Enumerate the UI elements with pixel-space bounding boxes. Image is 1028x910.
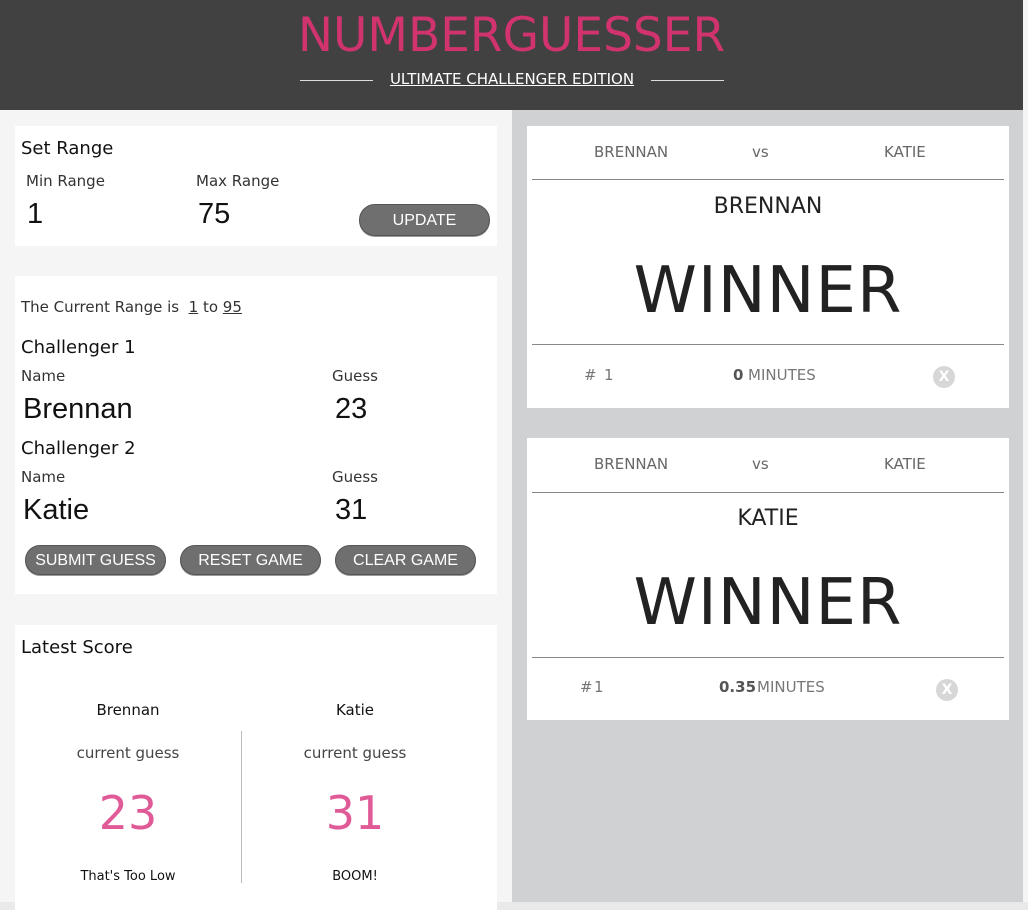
result-player-1: BRENNAN [594,143,669,161]
score-player-2-message-wrap: BOOM! [242,869,468,884]
score-player-1-caption-wrap: current guess [15,744,241,762]
score-player-2-caption-wrap: current guess [242,744,468,762]
subtitle-row: ULTIMATE CHALLENGER EDITION [300,70,724,92]
result-winner-label: WINNER [633,566,903,640]
result-vs: vs [752,143,769,161]
score-player-2-guess: 31 [325,786,385,840]
challenger-2-guess-label: Guess [332,468,378,486]
result-minutes-unit: MINUTES [748,366,816,384]
set-range-card: Set Range Min Range Max Range 1 75 UPDAT… [15,126,497,246]
score-player-1-guess-wrap: 23 [15,786,241,840]
latest-score-card: Latest Score Brennan current guess 23 Th… [15,625,497,910]
challenger-1-name-input[interactable]: Brennan [23,393,133,426]
close-icon[interactable]: X [936,679,958,701]
result-hash: # [580,678,593,696]
result-matchup: BRENNAN vs KATIE [527,143,1009,163]
result-winner-label: WINNER [633,254,903,328]
close-icon[interactable]: X [933,366,955,388]
min-range-input[interactable]: 1 [27,198,43,231]
range-min-value: 1 [188,298,199,316]
score-player-2-message: BOOM! [332,869,378,884]
latest-score-heading: Latest Score [21,637,133,658]
result-card: BRENNAN vs KATIE KATIE WINNER # 1 0.35 M… [527,438,1009,720]
result-divider-bottom [532,344,1004,345]
challenger-2-heading: Challenger 2 [21,438,136,459]
result-divider-bottom [532,657,1004,658]
score-player-1-name: Brennan [96,701,160,719]
app-subtitle: ULTIMATE CHALLENGER EDITION [389,70,635,88]
result-winner-name: KATIE [737,506,799,531]
current-range-text: The Current Range is 1 to 95 [21,298,242,316]
result-guess-count: 1 [604,366,614,384]
app-header: NUMBERGUESSER ULTIMATE CHALLENGER EDITIO… [0,0,1023,110]
score-player-2-name: Katie [335,701,375,719]
challenger-2-name-input[interactable]: Katie [23,494,89,527]
max-range-input[interactable]: 75 [198,198,230,231]
score-player-2: Katie [242,701,468,719]
result-matchup: BRENNAN vs KATIE [527,455,1009,475]
result-minutes-value: 0.35 [719,678,757,696]
result-vs: vs [752,455,769,473]
range-to: to [202,298,219,316]
result-divider-top [532,179,1004,180]
challenger-1-name-label: Name [21,367,66,385]
result-player-2: KATIE [884,455,926,473]
score-player-1: Brennan [15,701,241,719]
update-button[interactable]: UPDATE [359,204,490,236]
range-prefix: The Current Range is [21,298,180,316]
result-winner-name: BRENNAN [713,194,823,219]
score-player-1-message-wrap: That's Too Low [15,869,241,884]
score-player-2-guess-wrap: 31 [242,786,468,840]
challenger-1-guess-input[interactable]: 23 [335,393,367,426]
score-player-1-guess: 23 [98,786,158,840]
min-range-label: Min Range [26,172,105,190]
result-hash: # [584,366,597,384]
subtitle-rule-right [651,80,724,81]
score-player-1-message: That's Too Low [80,869,176,884]
result-minutes-unit: MINUTES [757,678,825,696]
challenger-1-heading: Challenger 1 [21,337,136,358]
score-player-2-caption: current guess [303,744,407,762]
submit-guess-button[interactable]: SUBMIT GUESS [25,545,166,575]
challenger-2-name-label: Name [21,468,66,486]
challenger-2-guess-input[interactable]: 31 [335,494,367,527]
reset-game-button[interactable]: RESET GAME [180,545,321,575]
score-player-1-caption: current guess [76,744,180,762]
challenge-card: The Current Range is 1 to 95 Challenger … [15,276,497,594]
set-range-heading: Set Range [21,138,114,159]
result-divider-top [532,492,1004,493]
result-player-1: BRENNAN [594,455,669,473]
clear-game-button[interactable]: CLEAR GAME [335,545,476,575]
result-minutes-value: 0 [733,366,744,384]
result-player-2: KATIE [884,143,926,161]
challenger-1-guess-label: Guess [332,367,378,385]
app-title: NUMBERGUESSER [297,8,726,63]
result-card: BRENNAN vs KATIE BRENNAN WINNER # 1 0 MI… [527,126,1009,408]
result-guess-count: 1 [594,678,604,696]
max-range-label: Max Range [196,172,280,190]
range-max-value: 95 [222,298,242,316]
